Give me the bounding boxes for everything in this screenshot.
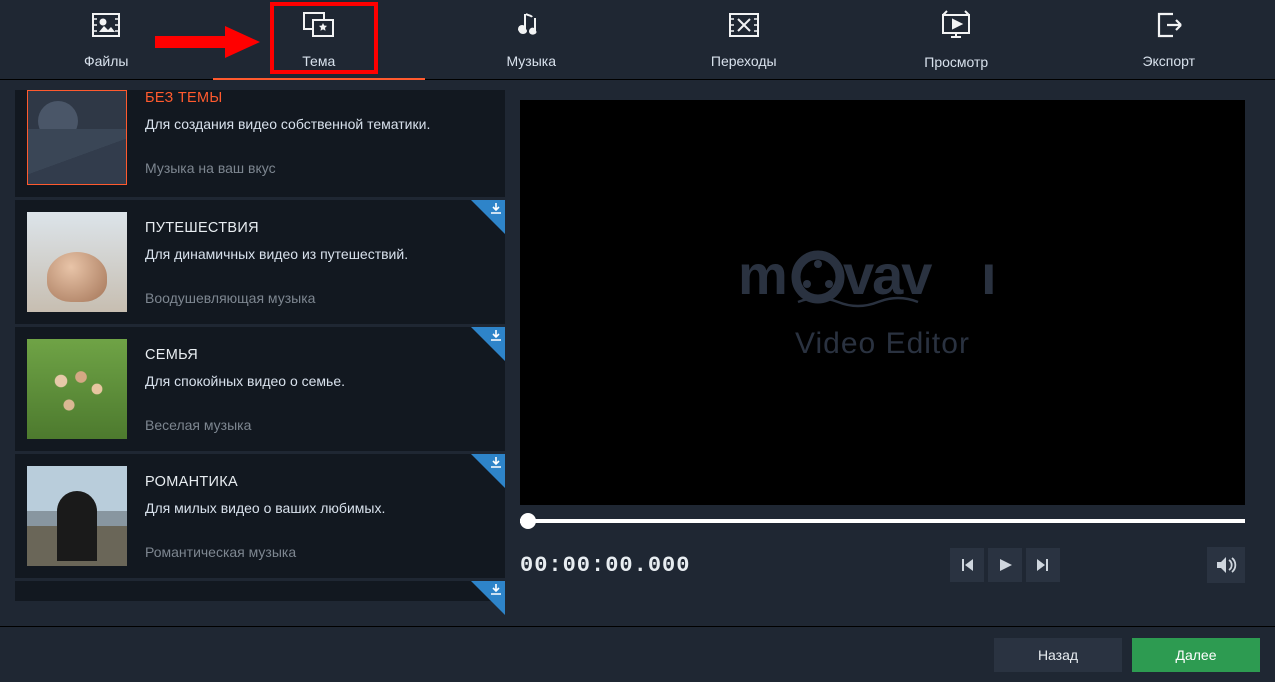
preview-panel: m vav ı Video Editor 00:00:00.000 <box>520 80 1260 626</box>
theme-title: СЕМЬЯ <box>145 347 345 363</box>
preview-video: m vav ı Video Editor <box>520 100 1245 505</box>
download-badge[interactable] <box>471 327 505 361</box>
theme-item-next[interactable] <box>15 581 505 601</box>
volume-button[interactable] <box>1207 547 1245 583</box>
tab-preview[interactable]: Просмотр <box>850 0 1063 79</box>
svg-text:m: m <box>738 244 787 306</box>
progress-bar[interactable] <box>520 509 1245 533</box>
preview-subtitle: Video Editor <box>738 327 1028 361</box>
theme-item-family[interactable]: СЕМЬЯ Для спокойных видео о семье. Весел… <box>15 327 505 451</box>
next-button[interactable] <box>1026 548 1060 582</box>
files-icon <box>89 10 123 45</box>
tab-transitions-label: Переходы <box>711 53 777 69</box>
next-button[interactable]: Далее <box>1132 638 1260 672</box>
svg-text:vav: vav <box>843 244 932 306</box>
theme-title: БЕЗ ТЕМЫ <box>145 90 430 106</box>
download-icon <box>490 457 502 469</box>
tab-preview-label: Просмотр <box>924 54 988 70</box>
play-icon <box>997 557 1013 573</box>
download-icon <box>490 203 502 215</box>
theme-item-notheme[interactable]: БЕЗ ТЕМЫ Для создания видео собственной … <box>15 90 505 197</box>
tab-theme-label: Тема <box>302 53 335 69</box>
theme-item-romance[interactable]: РОМАНТИКА Для милых видео о ваших любимы… <box>15 454 505 578</box>
theme-icon <box>301 10 337 45</box>
theme-desc: Для милых видео о ваших любимых. <box>145 500 385 516</box>
tab-export[interactable]: Экспорт <box>1063 0 1275 79</box>
download-icon <box>490 584 502 596</box>
tab-transitions[interactable]: Переходы <box>638 0 851 79</box>
theme-thumbnail <box>27 339 127 439</box>
download-badge[interactable] <box>471 454 505 488</box>
skip-next-icon <box>1035 557 1051 573</box>
theme-thumbnail <box>27 466 127 566</box>
back-button[interactable]: Назад <box>994 638 1122 672</box>
theme-thumbnail <box>27 212 127 312</box>
tab-files[interactable]: Файлы <box>0 0 213 79</box>
preview-icon <box>939 9 973 46</box>
theme-desc: Для создания видео собственной тематики. <box>145 116 430 132</box>
theme-title: ПУТЕШЕСТВИЯ <box>145 220 408 236</box>
music-icon <box>516 10 546 45</box>
theme-title: РОМАНТИКА <box>145 474 385 490</box>
theme-music: Романтическая музыка <box>145 544 385 560</box>
svg-text:ı: ı <box>981 244 997 306</box>
theme-thumbnail <box>27 90 127 185</box>
tab-export-label: Экспорт <box>1142 53 1195 69</box>
theme-desc: Для динамичных видео из путешествий. <box>145 246 408 262</box>
download-badge[interactable] <box>471 200 505 234</box>
content-area: БЕЗ ТЕМЫ Для создания видео собственной … <box>0 80 1275 626</box>
preview-brand-logo: m vav ı Video Editor <box>738 244 1028 361</box>
progress-handle[interactable] <box>520 513 536 529</box>
theme-item-travel[interactable]: ПУТЕШЕСТВИЯ Для динамичных видео из путе… <box>15 200 505 324</box>
theme-music: Воодушевляющая музыка <box>145 290 408 306</box>
controls-row: 00:00:00.000 <box>520 547 1245 583</box>
play-button[interactable] <box>988 548 1022 582</box>
tab-files-label: Файлы <box>84 53 128 69</box>
timecode: 00:00:00.000 <box>520 553 690 578</box>
top-tabs: Файлы Тема Музыка Переходы Просмотр Эксп… <box>0 0 1275 80</box>
theme-music: Веселая музыка <box>145 417 345 433</box>
transitions-icon <box>727 10 761 45</box>
tab-theme[interactable]: Тема <box>213 0 426 79</box>
theme-music: Музыка на ваш вкус <box>145 160 430 176</box>
download-badge[interactable] <box>471 581 505 615</box>
tab-music[interactable]: Музыка <box>425 0 638 79</box>
prev-button[interactable] <box>950 548 984 582</box>
tab-music-label: Музыка <box>506 53 556 69</box>
download-icon <box>490 330 502 342</box>
skip-prev-icon <box>959 557 975 573</box>
volume-icon <box>1215 555 1237 575</box>
theme-desc: Для спокойных видео о семье. <box>145 373 345 389</box>
export-icon <box>1153 10 1185 45</box>
footer: Назад Далее <box>0 626 1275 682</box>
theme-list: БЕЗ ТЕМЫ Для создания видео собственной … <box>15 80 505 626</box>
